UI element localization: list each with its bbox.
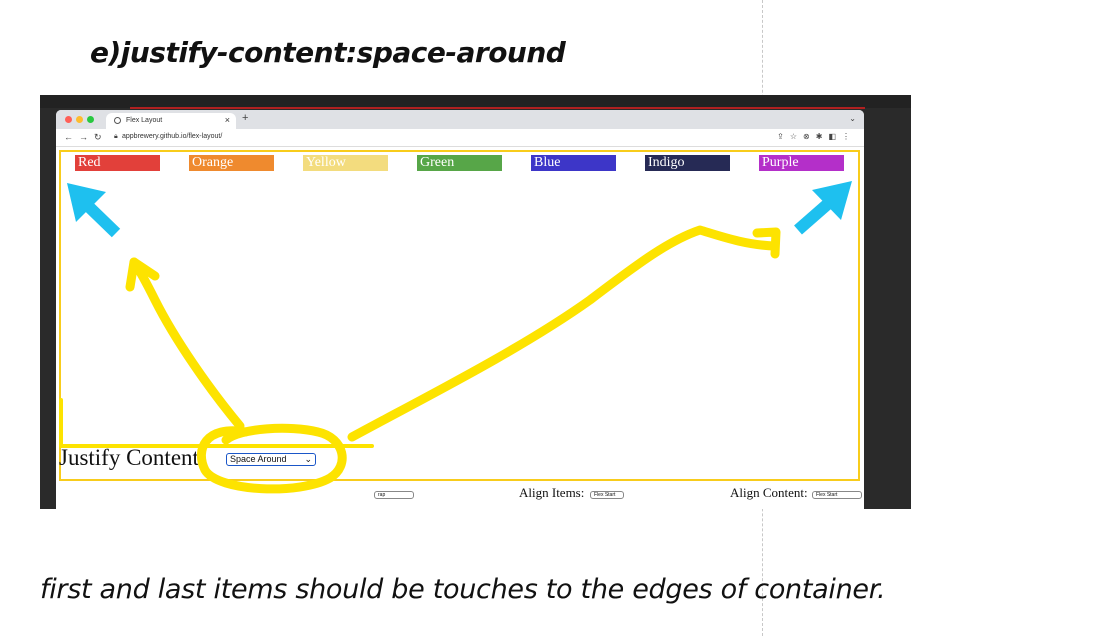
slide-caption: first and last items should be touches t… bbox=[40, 574, 886, 605]
arrow-to-first-item bbox=[129, 257, 245, 431]
blue-arrow-right-shaft bbox=[794, 197, 834, 235]
annotation-layer bbox=[59, 181, 852, 494]
circle-around-select bbox=[196, 423, 347, 494]
arrow-to-last-item bbox=[347, 225, 780, 442]
